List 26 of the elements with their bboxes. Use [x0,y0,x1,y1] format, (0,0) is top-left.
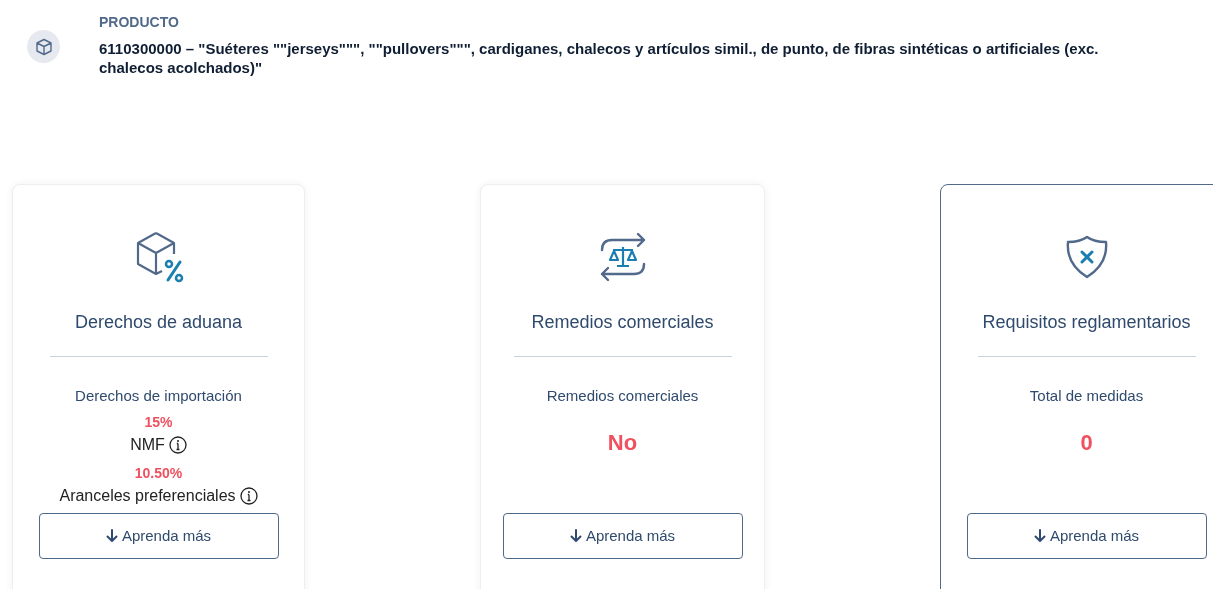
arrow-down-icon [1033,529,1046,543]
card-value: No [607,428,638,457]
card-title: Derechos de aduana [74,311,243,334]
product-description: 6110300000 – "Suéteres ""jerseys""", ""pullovers""", cardiganes, chalecos y artículos simil., de punto, de fibras sintéticas o artificiales (exc. chalecos acolchados)" [99,39,1100,77]
product-label: PRODUCTO [99,13,180,32]
learn-more-button[interactable]: Aprenda más [502,513,743,559]
arrow-down-icon [105,529,118,543]
arrow-down-icon [569,529,582,543]
card-subtitle: Remedios comerciales [546,386,699,406]
rate-label: Aranceles preferenciales [59,485,236,506]
info-card[interactable]: Derechos de aduana Derechos de importación 15% NMF 10.50% Aranceles preferenciales Aprenda más [12,184,305,589]
box-icon [27,30,60,63]
rate-value: 15% [144,412,173,432]
learn-more-button[interactable]: Aprenda más [38,513,279,559]
rate-value: 10.50% [134,463,183,483]
rate-label: NMF [130,434,165,455]
card-value: 0 [1080,428,1093,457]
info-icon[interactable] [239,486,258,505]
info-icon[interactable] [168,435,187,454]
card-title: Remedios comerciales [531,311,714,334]
card-title: Requisitos reglamentarios [982,311,1191,334]
card-subtitle: Total de medidas [1029,386,1144,406]
info-card[interactable]: Requisitos reglamentarios Total de medidas 0 Aprenda más [940,184,1213,589]
card-subtitle: Derechos de importación [75,386,242,406]
learn-more-button[interactable]: Aprenda más [966,513,1207,559]
info-card[interactable]: Remedios comerciales Remedios comerciales No Aprenda más [480,184,765,589]
